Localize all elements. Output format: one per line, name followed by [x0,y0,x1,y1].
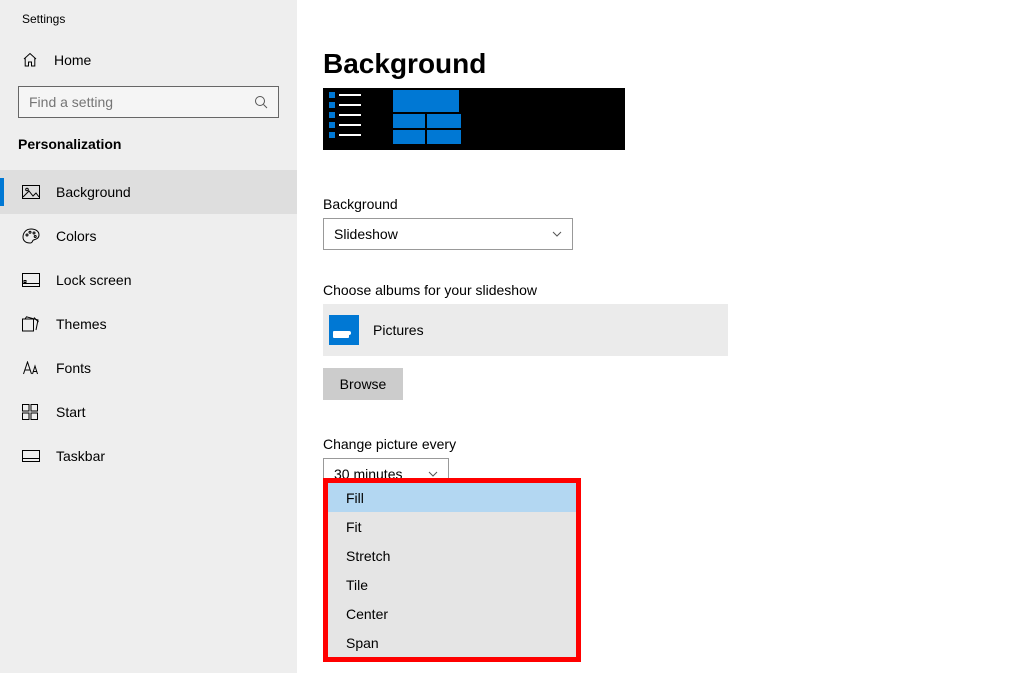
fit-option-fill[interactable]: Fill [328,483,576,512]
nav-list: Background Colors [0,170,297,478]
sidebar: Settings Home Personalization [0,0,297,673]
search-box[interactable] [18,86,279,118]
chevron-down-icon [552,229,562,239]
desktop-preview [323,88,625,150]
albums-label: Choose albums for your slideshow [323,282,1024,298]
search-input[interactable] [29,94,270,110]
home-icon [22,52,42,68]
sidebar-item-fonts[interactable]: Fonts [0,346,297,390]
album-box[interactable]: Pictures [323,304,728,356]
background-select[interactable]: Slideshow [323,218,573,250]
search-icon [254,95,268,109]
sidebar-item-label: Taskbar [56,448,105,464]
sidebar-item-label: Themes [56,316,107,332]
sidebar-item-label: Colors [56,228,96,244]
palette-icon [22,228,42,244]
lock-screen-icon [22,273,42,287]
fit-option-tile[interactable]: Tile [328,570,576,599]
section-header: Personalization [0,136,297,152]
settings-window: Settings Home Personalization [0,0,1024,673]
sidebar-item-lock-screen[interactable]: Lock screen [0,258,297,302]
fit-option-span[interactable]: Span [328,628,576,657]
picture-icon [22,185,42,199]
themes-icon [22,316,42,332]
sidebar-item-label: Lock screen [56,272,131,288]
fit-option-center[interactable]: Center [328,599,576,628]
background-select-value: Slideshow [334,226,398,242]
page-title: Background [323,48,1024,80]
app-title: Settings [0,12,297,26]
start-icon [22,404,42,420]
folder-icon [329,315,359,345]
sidebar-item-taskbar[interactable]: Taskbar [0,434,297,478]
sidebar-item-themes[interactable]: Themes [0,302,297,346]
background-label: Background [323,196,1024,212]
fit-dropdown-open: Fill Fit Stretch Tile Center Span [323,478,581,662]
sidebar-item-background[interactable]: Background [0,170,297,214]
sidebar-item-label: Fonts [56,360,91,376]
change-every-label: Change picture every [323,436,1024,452]
taskbar-icon [22,450,42,462]
browse-button[interactable]: Browse [323,368,403,400]
sidebar-item-start[interactable]: Start [0,390,297,434]
sidebar-item-label: Background [56,184,131,200]
sidebar-item-label: Start [56,404,86,420]
fit-option-stretch[interactable]: Stretch [328,541,576,570]
fonts-icon [22,361,42,375]
album-name: Pictures [373,322,424,338]
nav-home-label: Home [54,52,91,68]
fit-option-fit[interactable]: Fit [328,512,576,541]
nav-home[interactable]: Home [0,44,297,76]
sidebar-item-colors[interactable]: Colors [0,214,297,258]
